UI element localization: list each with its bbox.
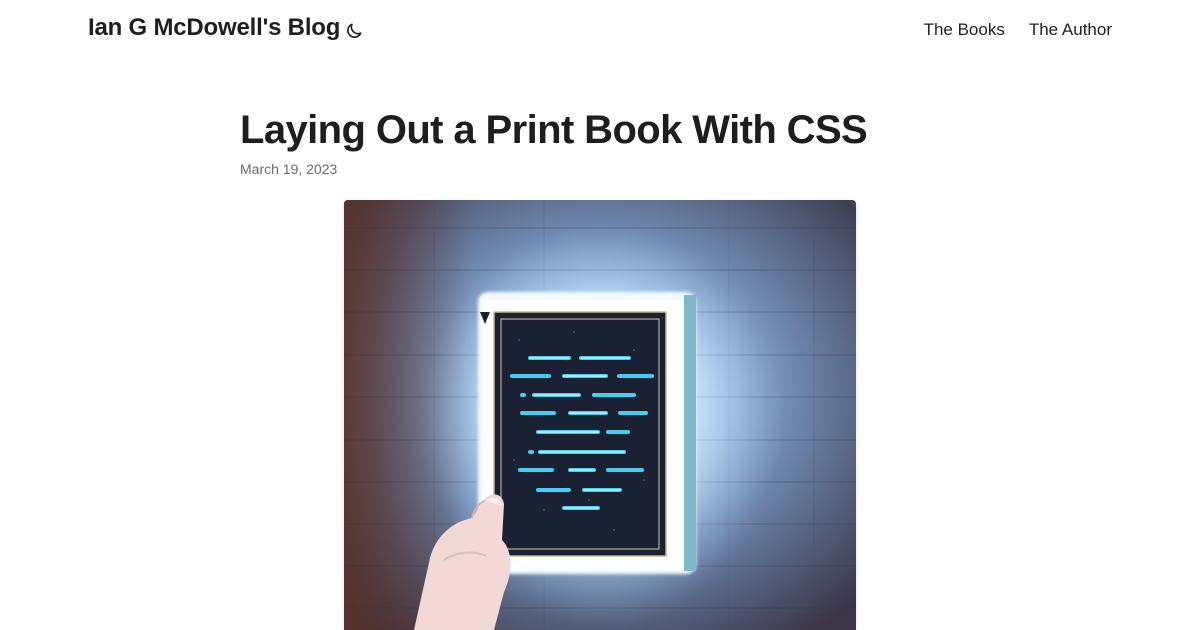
nav-link-the-books[interactable]: The Books	[924, 20, 1005, 40]
post-cover-image	[344, 200, 856, 630]
post-date: March 19, 2023	[240, 161, 338, 177]
main-nav: The Books The Author	[924, 20, 1112, 40]
nav-link-the-author[interactable]: The Author	[1029, 20, 1112, 40]
glowing-book-illustration	[344, 200, 856, 630]
site-title-link[interactable]: Ian G McDowell's Blog	[88, 14, 340, 42]
site-header: Ian G McDowell's Blog The Books The Auth…	[0, 0, 1200, 62]
moon-icon	[347, 23, 362, 38]
theme-toggle-button[interactable]	[343, 20, 365, 42]
post-title: Laying Out a Print Book With CSS	[240, 108, 868, 152]
